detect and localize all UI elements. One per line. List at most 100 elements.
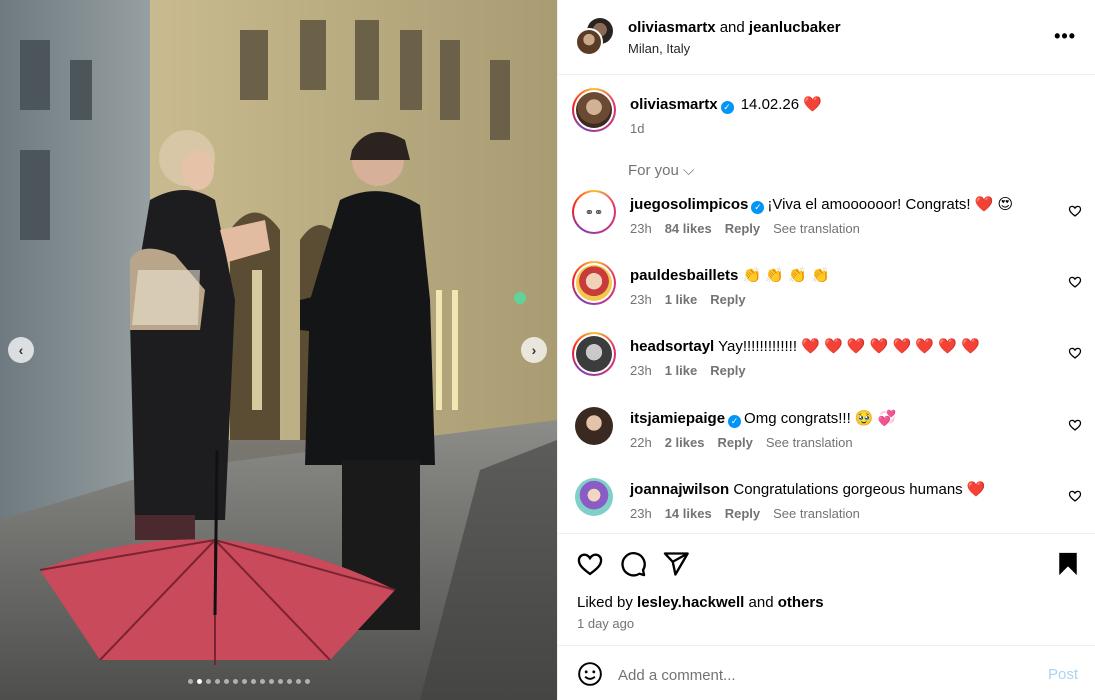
username-link[interactable]: oliviasmartx [628,19,716,36]
post-button[interactable]: Post [1048,666,1078,683]
comment-body: 👏 👏 👏 👏 [742,267,830,284]
avatar[interactable] [572,261,616,305]
avatar[interactable] [572,332,616,376]
comment-timestamp[interactable]: 23h [630,292,652,307]
see-translation-button[interactable]: See translation [773,506,860,521]
carousel-dot [278,679,283,684]
previous-slide-button[interactable]: ‹ [8,337,34,363]
comment-composer: Post [558,645,1095,700]
avatar [575,28,603,56]
username-link[interactable]: lesley.hackwell [637,594,744,611]
comment-item: pauldesbaillets 👏 👏 👏 👏 23h 1 like Reply [572,261,1082,323]
heart-icon[interactable] [1068,489,1082,503]
avatar[interactable] [572,88,616,132]
carousel-dot [287,679,292,684]
verified-badge-icon: ✓ [751,201,765,214]
comment-text: headsortayl Yay!!!!!!!!!!!!! ❤️ ❤️ ❤️ ❤️… [630,337,980,355]
heart-icon[interactable] [1068,275,1082,289]
username-link[interactable]: jeanlucbaker [749,19,841,36]
comment-likes[interactable]: 14 likes [665,506,712,521]
collab-avatars[interactable] [575,18,615,58]
comment-meta: 23h 84 likes Reply See translation [630,221,873,236]
carousel-dot [296,679,301,684]
comment-timestamp[interactable]: 22h [630,435,652,450]
carousel-dot [224,679,229,684]
username-link[interactable]: oliviasmartx [630,96,718,113]
heart-icon[interactable] [1068,418,1082,432]
carousel-dot [188,679,193,684]
more-options-icon[interactable]: ••• [1054,26,1076,47]
comment-timestamp[interactable]: 23h [630,221,652,236]
comment-sort-dropdown[interactable]: For you ⌵ [628,162,694,179]
username-link[interactable]: joannajwilson [630,481,729,498]
photo-scene [0,0,557,700]
avatar[interactable] [575,407,613,445]
reply-button[interactable]: Reply [717,435,752,450]
avatar[interactable]: ⚭⚭ [572,190,616,234]
carousel-dot [251,679,256,684]
comment-icon[interactable] [619,550,647,578]
reply-button[interactable]: Reply [710,292,745,307]
reply-button[interactable]: Reply [710,363,745,378]
send-icon[interactable] [662,550,690,578]
comment-meta: 22h 2 likes Reply See translation [630,435,866,450]
heart-icon[interactable] [1068,204,1082,218]
comment-meta: 23h 14 likes Reply See translation [630,506,873,521]
username-link[interactable]: pauldesbaillets [630,267,738,284]
chevron-right-icon: › [531,342,537,358]
comment-text: joannajwilson Congratulations gorgeous h… [630,480,986,498]
post-details-panel: oliviasmartx and jeanlucbaker Milan, Ita… [557,0,1095,700]
avatar[interactable] [575,478,613,516]
comment-likes[interactable]: 2 likes [665,435,705,450]
verified-badge-icon: ✓ [720,101,734,114]
heart-emoji: ❤️ [803,96,822,113]
username-link[interactable]: juegosolimpicos [630,196,748,213]
carousel-dots [188,679,310,684]
comment-item: headsortayl Yay!!!!!!!!!!!!! ❤️ ❤️ ❤️ ❤️… [572,332,1082,394]
carousel-dot [197,679,202,684]
comment-item: ⚭⚭ juegosolimpicos ✓ ¡Viva el amoooooor! Co… [572,190,1082,252]
next-slide-button[interactable]: › [521,337,547,363]
comment-input[interactable] [618,663,1018,687]
comment-text: juegosolimpicos ✓ ¡Viva el amoooooor! Cong… [630,195,1013,214]
comment-timestamp[interactable]: 23h [630,363,652,378]
see-translation-button[interactable]: See translation [766,435,853,450]
comment-timestamp[interactable]: 23h [630,506,652,521]
and-text: and [719,19,745,36]
liked-by-text: Liked by lesley.hackwell and others [577,594,824,611]
others-link[interactable]: others [778,594,824,611]
carousel-dot [269,679,274,684]
comment-meta: 23h 1 like Reply [630,292,759,307]
heart-icon[interactable] [576,550,604,578]
caption-timestamp: 1d [630,121,645,136]
post-header: oliviasmartx and jeanlucbaker Milan, Ita… [558,0,1095,75]
comment-body: ¡Viva el amoooooor! Congrats! ❤️ 😍 [767,196,1014,213]
heart-icon[interactable] [1068,346,1082,360]
comment-meta: 23h 1 like Reply [630,363,759,378]
reply-button[interactable]: Reply [725,221,760,236]
comment-item: joannajwilson Congratulations gorgeous h… [572,475,1082,537]
location-link[interactable]: Milan, Italy [628,41,690,56]
post-timestamp: 1 day ago [577,616,635,631]
comment-body: Congratulations gorgeous humans ❤️ [733,481,986,498]
caption-text: oliviasmartx ✓ 14.02.26 ❤️ [630,95,822,114]
collab-usernames: oliviasmartx and jeanlucbaker [628,19,841,36]
see-translation-button[interactable]: See translation [773,221,860,236]
username-link[interactable]: headsortayl [630,338,714,355]
carousel-dot [305,679,310,684]
comment-text: itsjamiepaige ✓ Omg congrats!!! 🥹 💞 [630,409,896,428]
bookmark-icon[interactable] [1054,550,1082,578]
carousel-dot [206,679,211,684]
carousel-dot [260,679,265,684]
post-actions: Liked by lesley.hackwell and others 1 da… [558,533,1095,645]
post-photo[interactable]: ‹ › [0,0,557,700]
comment-body: Yay!!!!!!!!!!!!! ❤️ ❤️ ❤️ ❤️ ❤️ ❤️ ❤️ ❤️ [718,338,980,355]
reply-button[interactable]: Reply [725,506,760,521]
comment-likes[interactable]: 1 like [665,363,698,378]
emoji-icon[interactable] [577,661,603,687]
caption-body: 14.02.26 [740,96,800,113]
comment-likes[interactable]: 1 like [665,292,698,307]
comment-item: itsjamiepaige ✓ Omg congrats!!! 🥹 💞 22h 2 li… [572,404,1082,466]
comment-likes[interactable]: 84 likes [665,221,712,236]
username-link[interactable]: itsjamiepaige [630,410,725,427]
